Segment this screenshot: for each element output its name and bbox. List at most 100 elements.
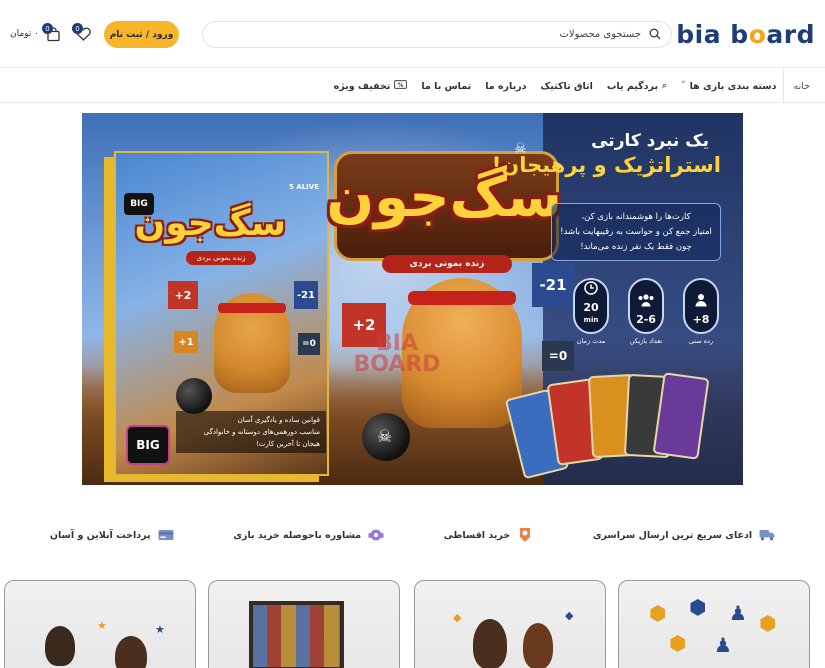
- hand-coin-icon: [517, 527, 533, 543]
- nav-item-contact[interactable]: تماس با ما: [414, 69, 478, 103]
- stat-value: 2-6: [636, 313, 656, 326]
- site-logo[interactable]: bia board: [676, 20, 815, 49]
- dice-icon: ⬢: [649, 601, 667, 625]
- nav-item-home[interactable]: خانه: [783, 69, 817, 103]
- description-line: امتیاز جمع کن و حواست به رقیبهایت باشد!: [560, 227, 712, 237]
- pawn-icon: ♟: [714, 633, 732, 657]
- cube-icon: ◆: [565, 609, 574, 622]
- star-icon: ★: [155, 623, 165, 636]
- login-register-button[interactable]: ورود / ثبت نام: [104, 21, 179, 48]
- category-card[interactable]: ◆ ◆: [414, 580, 606, 668]
- feature-label: پرداخت آنلاین و آسان: [49, 529, 151, 541]
- wishlist-count-badge: 0: [72, 23, 83, 34]
- nav-item-about[interactable]: درباره ما: [478, 69, 533, 103]
- nav-item-label: تخفیف ویژه: [333, 80, 391, 92]
- category-card[interactable]: ⬢ ⬢ ♟ ⬢ ⬢ ♟: [618, 580, 810, 668]
- logo-text-accent: o: [748, 20, 767, 49]
- feature-online-payment: پرداخت آنلاین و آسان: [50, 527, 174, 543]
- stat-age-badge: 8+: [683, 278, 719, 334]
- search-icon: ⌕: [662, 81, 668, 91]
- bandana-hero-illustration: [408, 291, 516, 305]
- discount-tag-icon: %: [394, 80, 408, 92]
- stat-age: 8+ رده سنی: [681, 278, 721, 358]
- nav-item-label: درباره ما: [485, 80, 527, 92]
- stat-duration: 20 min مدت زمان: [571, 278, 611, 358]
- flag-plus2: +2: [168, 281, 198, 309]
- feature-fast-shipping: ادعای سریع ترین ارسال سراسری: [593, 527, 775, 543]
- category-cards: ★ ★ ◆ ◆ ⬢ ⬢ ♟ ⬢ ⬢ ♟: [0, 580, 825, 668]
- skull-icon: ☠: [377, 427, 393, 447]
- stat-players-badge: 2-6: [628, 278, 664, 334]
- person-illustration: [115, 636, 147, 668]
- card-icon: [158, 527, 174, 543]
- flag-equal0-large: =0: [542, 341, 574, 371]
- stat-players: 2-6 تعداد بازیکن: [626, 278, 666, 358]
- person-illustration: [473, 619, 507, 668]
- cart-total[interactable]: ۰ تومان: [10, 29, 39, 39]
- cart-button[interactable]: 0: [42, 23, 62, 43]
- flag-minus21: -21: [294, 281, 318, 309]
- stat-label: تعداد بازیکن: [629, 337, 663, 345]
- logo-text-end: ard: [766, 20, 815, 49]
- chevron-down-icon: ˅: [681, 81, 686, 91]
- category-card[interactable]: [208, 580, 400, 668]
- person-illustration: [45, 626, 75, 666]
- feature-label: مشاوره باحوصله خرید بازی: [233, 529, 362, 541]
- person-illustration: [523, 623, 553, 668]
- box-feature-item: مناسب دورهمی‌های دوستانه و خانوادگی: [203, 428, 320, 436]
- nav-item-label: تماس با ما: [421, 80, 472, 92]
- person-icon: [694, 293, 708, 308]
- nav-item-label: خانه: [793, 80, 810, 92]
- box-feature-item: هیجان تا آخرین کارت!: [255, 440, 320, 448]
- shelf-grid: [253, 605, 340, 667]
- stat-label: رده سنی: [688, 337, 714, 345]
- logo-text: bia b: [676, 20, 749, 49]
- banner-tagline-2: استراتژیک و پرهیجان!: [491, 153, 721, 177]
- game-stats: 8+ رده سنی 2-6 تعداد بازیکن 20 min مدت ز…: [571, 278, 721, 358]
- site-header: bia board ورود / ثبت نام 0 0 ۰ تومان: [0, 0, 825, 68]
- wishlist-button[interactable]: 0: [72, 23, 92, 43]
- search-icon[interactable]: [647, 28, 661, 42]
- bomb-illustration: [176, 378, 212, 414]
- game-subtitle-ribbon: زنده بمونی بردی: [382, 255, 512, 273]
- nav-item-label: بردگیم یاب: [606, 80, 659, 92]
- nav-item-game-categories[interactable]: دسته بندی بازی ها ˅: [674, 69, 783, 103]
- watermark: BIA BOARD: [353, 331, 441, 377]
- flag-equal0: =0: [298, 333, 320, 355]
- feature-installments: خرید اقساطی: [444, 527, 533, 543]
- box-game-title: سگ‌جون: [134, 203, 286, 244]
- search-bar: [202, 21, 672, 48]
- nav-item-label: دسته بندی بازی ها: [689, 80, 777, 92]
- star-icon: ★: [97, 619, 107, 632]
- feature-consulting: مشاوره باحوصله خرید بازی: [233, 527, 384, 543]
- publisher-logo-large: BIG: [126, 425, 170, 465]
- box-alive-badge: 5 ALIVE: [289, 183, 319, 191]
- clock-icon: [584, 281, 598, 296]
- game-title: سگ‌جون: [326, 165, 562, 230]
- stat-duration-badge: 20 min: [573, 278, 609, 334]
- dice-icon: ⬢: [759, 611, 777, 635]
- category-card[interactable]: ★ ★: [4, 580, 196, 668]
- hero-banner[interactable]: BIG 5 ALIVE سگ‌جون زنده بمونی بردی قوانی…: [82, 113, 743, 485]
- nav-list: خانه دسته بندی بازی ها ˅ ⌕ بردگیم یاب اتاق…: [327, 69, 817, 103]
- stat-label: مدت زمان: [576, 337, 606, 345]
- nav-item-tactic-room[interactable]: اتاق تاکتیک: [534, 69, 600, 103]
- description-line: کارت‌ها را هوشمندانه بازی کن،: [581, 212, 691, 222]
- search-input[interactable]: [221, 29, 641, 40]
- flag-minus21-large: -21: [532, 263, 574, 307]
- cube-icon: ◆: [453, 611, 462, 624]
- stat-unit: min: [583, 316, 599, 324]
- box-game-subtitle: زنده بمونی بردی: [186, 251, 256, 265]
- headset-icon: [368, 527, 384, 543]
- nav-item-special-discount[interactable]: % تخفیف ویژه: [327, 69, 415, 103]
- dice-icon: ⬢: [689, 595, 707, 619]
- group-icon: [637, 293, 655, 308]
- bandana-illustration: [218, 303, 286, 313]
- svg-text:%: %: [398, 82, 404, 89]
- box-feature-item: قوانین ساده و یادگیری آسان: [237, 416, 320, 424]
- nav-item-boardgame-finder[interactable]: ⌕ بردگیم یاب: [600, 69, 674, 103]
- dice-icon: ⬢: [669, 631, 687, 655]
- features-bar: ادعای سریع ترین ارسال سراسری خرید اقساطی…: [0, 520, 825, 550]
- flag-plus1: +1: [174, 331, 198, 353]
- game-box-image: BIG 5 ALIVE سگ‌جون زنده بمونی بردی قوانی…: [114, 151, 329, 476]
